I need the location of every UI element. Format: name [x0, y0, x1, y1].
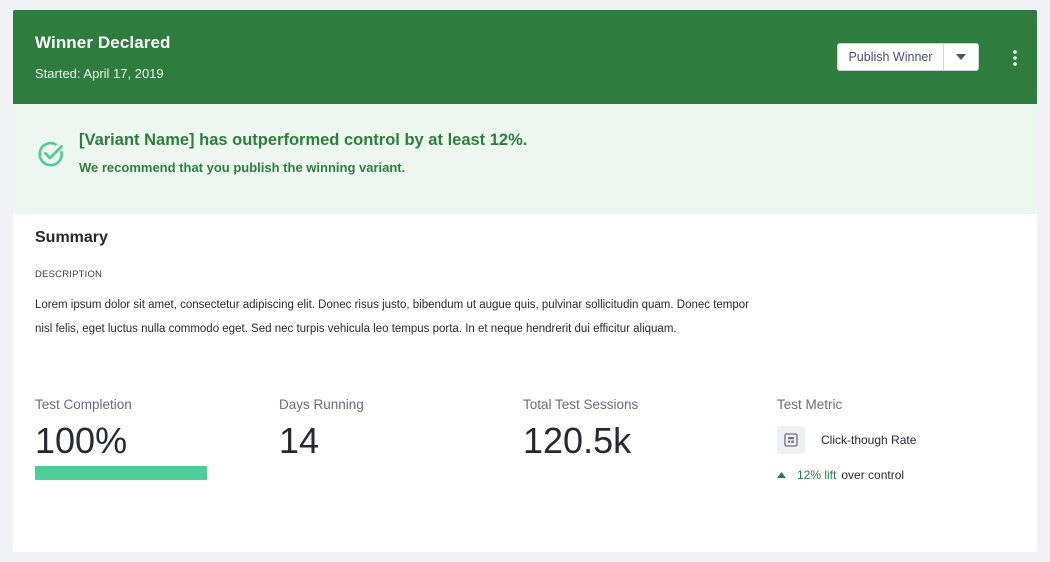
caret-down-icon — [956, 54, 966, 60]
test-card: Winner Declared Started: April 17, 2019 … — [13, 10, 1037, 552]
test-metric-label: Test Metric — [777, 397, 843, 412]
description-text: Lorem ipsum dolor sit amet, consectetur … — [35, 299, 749, 335]
page-title: Winner Declared — [35, 33, 171, 52]
caret-up-icon — [777, 472, 786, 478]
header: Winner Declared Started: April 17, 2019 … — [13, 10, 1037, 104]
completion-progress-fill — [35, 466, 207, 480]
test-metric-name: Click-though Rate — [821, 433, 917, 447]
publish-winner-button[interactable]: Publish Winner — [838, 44, 944, 70]
start-date: Started: April 17, 2019 — [35, 66, 164, 81]
total-sessions-value: 120.5k — [523, 420, 632, 461]
description-label: DESCRIPTION — [35, 269, 103, 280]
lift-row: 12% lift over control — [777, 468, 904, 482]
more-options-button[interactable] — [1006, 46, 1024, 70]
publish-split-button: Publish Winner — [837, 43, 979, 71]
completion-progress-bar — [35, 466, 207, 480]
days-running-label: Days Running — [279, 397, 364, 412]
lift-value: 12% lift — [797, 468, 837, 482]
total-sessions-label: Total Test Sessions — [523, 397, 639, 412]
lift-suffix: over control — [841, 468, 905, 482]
metric-icon — [777, 426, 805, 454]
test-completion-value: 100% — [35, 420, 128, 461]
banner-subtitle: We recommend that you publish the winnin… — [79, 160, 406, 175]
banner-title: [Variant Name] has outperformed control … — [79, 131, 528, 149]
test-completion-label: Test Completion — [35, 397, 132, 412]
check-circle-icon — [37, 140, 65, 173]
summary-heading: Summary — [35, 229, 108, 246]
kebab-icon — [1013, 50, 1017, 66]
winner-banner: [Variant Name] has outperformed control … — [13, 104, 1037, 214]
days-running-value: 14 — [279, 420, 320, 461]
publish-dropdown-toggle[interactable] — [944, 44, 978, 70]
